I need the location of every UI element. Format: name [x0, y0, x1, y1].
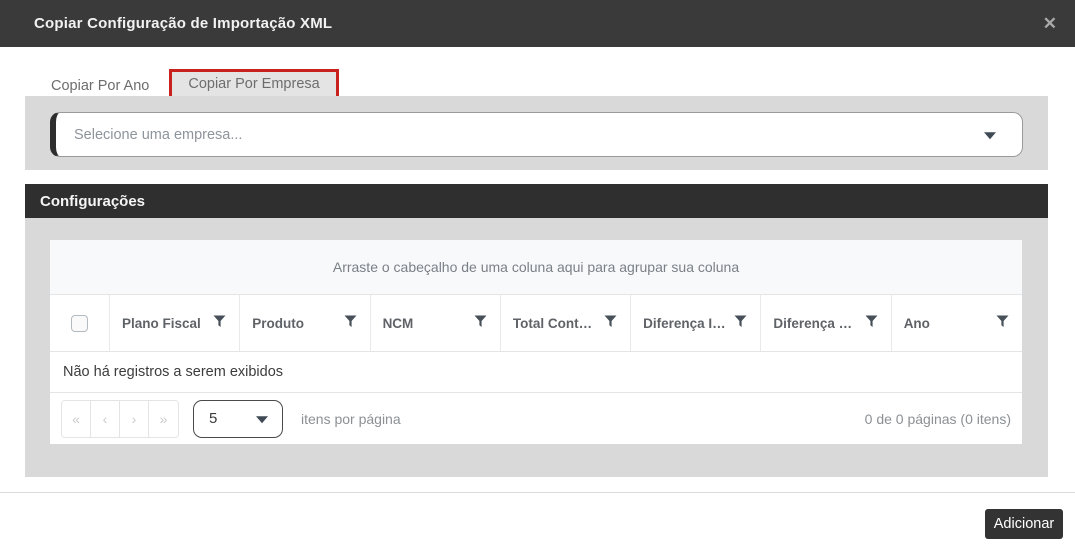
filter-icon[interactable]	[604, 315, 617, 328]
config-grid-panel: Arraste o cabeçalho de uma coluna aqui p…	[25, 218, 1048, 477]
group-drop-zone[interactable]: Arraste o cabeçalho de uma coluna aqui p…	[50, 240, 1022, 295]
filter-icon[interactable]	[734, 315, 747, 328]
config-grid: Arraste o cabeçalho de uma coluna aqui p…	[50, 240, 1022, 444]
page-size-value: 5	[209, 410, 218, 427]
config-section-title: Configurações	[40, 192, 146, 210]
filter-icon[interactable]	[865, 315, 878, 328]
empty-message: Não há registros a serem exibidos	[63, 364, 284, 380]
page-size-select[interactable]: 5	[193, 399, 283, 438]
chevron-down-icon	[984, 131, 996, 139]
company-select-panel: Selecione uma empresa...	[25, 96, 1048, 170]
close-icon[interactable]: ✕	[1039, 0, 1061, 47]
header-cell-select-all	[50, 295, 110, 351]
next-page-button[interactable]: ›	[120, 400, 149, 437]
pager-summary: 0 de 0 páginas (0 itens)	[864, 410, 1011, 427]
filter-icon[interactable]	[474, 315, 487, 328]
pager-buttons: «‹ ›»	[61, 399, 179, 438]
page-size-label: itens por página	[301, 410, 401, 427]
column-label: Plano Fiscal	[122, 315, 201, 331]
company-select[interactable]: Selecione uma empresa...	[50, 112, 1023, 157]
pagination-bar: «‹ ›» 5 itens por página 0 de 0 páginas (…	[50, 393, 1022, 444]
table-header-row: Plano Fiscal Produto NCM Total Cont… Diferen…	[50, 295, 1022, 352]
modal-titlebar: Copiar Configuração de Importação XML ✕	[0, 0, 1075, 47]
filter-icon[interactable]	[996, 315, 1009, 328]
select-all-checkbox[interactable]	[71, 314, 88, 332]
column-label: Produto	[252, 315, 305, 331]
table-empty-row: Não há registros a serem exibidos	[50, 352, 1022, 393]
first-page-button[interactable]: «	[62, 400, 91, 437]
header-cell-ano[interactable]: Ano	[892, 295, 1022, 351]
last-page-button[interactable]: »	[149, 400, 178, 437]
column-label: Diferença …	[773, 315, 853, 331]
header-cell-plano-fiscal[interactable]: Plano Fiscal	[110, 295, 241, 351]
header-cell-diferen-a[interactable]: Diferença …	[761, 295, 892, 351]
header-cell-total-cont[interactable]: Total Cont…	[501, 295, 632, 351]
footer-divider	[0, 492, 1075, 493]
header-cell-diferen-a-i[interactable]: Diferença I…	[631, 295, 762, 351]
column-label: Diferença I…	[643, 315, 726, 331]
chevron-down-icon	[256, 415, 268, 423]
prev-page-button[interactable]: ‹	[91, 400, 120, 437]
company-select-placeholder: Selecione uma empresa...	[74, 126, 243, 143]
column-label: Ano	[903, 315, 930, 331]
adicionar-button[interactable]: Adicionar	[985, 509, 1063, 539]
header-cell-produto[interactable]: Produto	[240, 295, 371, 351]
column-label: NCM	[382, 315, 414, 331]
column-label: Total Cont…	[512, 315, 593, 331]
header-cell-ncm[interactable]: NCM	[371, 295, 501, 351]
filter-icon[interactable]	[213, 315, 226, 328]
modal-title: Copiar Configuração de Importação XML	[34, 15, 333, 32]
filter-icon[interactable]	[344, 315, 357, 328]
config-section-header: Configurações	[25, 184, 1048, 218]
